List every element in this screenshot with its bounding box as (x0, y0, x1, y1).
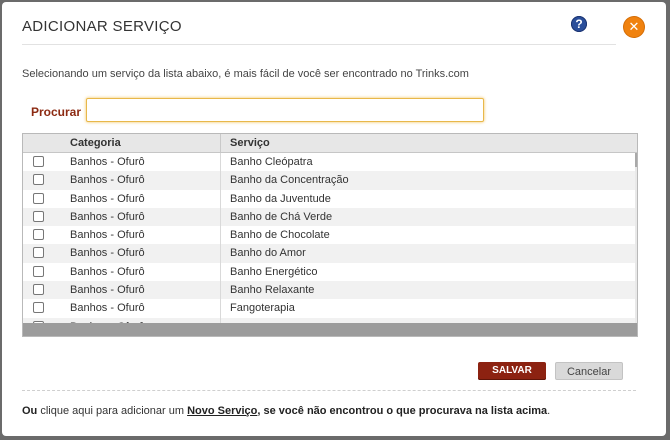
intro-text: Selecionando um serviço da lista abaixo,… (22, 68, 469, 80)
cell-category: Banhos - Ofurô (70, 302, 145, 315)
cell-service: Banho Cleópatra (230, 156, 313, 168)
cell-category: Banhos - Ofurô (70, 210, 145, 223)
cell-category: Banhos - Ofurô (70, 284, 145, 297)
column-header-service[interactable]: Serviço (230, 137, 270, 149)
search-label: Procurar (31, 105, 82, 119)
close-icon[interactable]: ✕ (624, 17, 644, 37)
row-checkbox[interactable] (33, 210, 44, 222)
cell-service: Banho de Chá Verde (230, 210, 333, 223)
new-service-link[interactable]: Novo Serviço (187, 405, 257, 417)
grid-header: Categoria Serviço (23, 134, 637, 153)
footer-text: Ou clique aqui para adicionar um Novo Se… (22, 405, 550, 417)
table-row[interactable]: Banhos - Ofurô Banho da Concentração (23, 171, 635, 190)
cell-service: Banho de Chocolate (230, 229, 330, 242)
row-checkbox[interactable] (33, 192, 44, 204)
search-input[interactable] (86, 98, 484, 122)
title-divider (22, 44, 616, 45)
table-row[interactable]: Banhos - Ofurô Banho Energético (23, 263, 635, 281)
grid-rows: Banhos - Ofurô Banho Cleópatra Banhos - Of… (23, 153, 635, 323)
dialog-title: ADICIONAR SERVIÇO (22, 18, 182, 35)
column-divider (220, 153, 221, 323)
cell-category: Banhos - Ofurô (70, 174, 145, 187)
row-checkbox[interactable] (33, 174, 44, 186)
footer-ou: Ou (22, 405, 38, 417)
footer-text-1: clique aqui para adicionar um (37, 405, 188, 417)
cell-service: Banho Energético (230, 265, 318, 278)
table-row[interactable]: Banhos - Ofurô Banho de Chá Verde (23, 207, 635, 227)
table-row[interactable]: Banhos - Ofurô Banho de Chocolate (23, 226, 635, 244)
table-row[interactable]: Banhos - Ofurô Fangoterapia (23, 299, 635, 317)
scrollbar-thumb[interactable] (635, 153, 637, 167)
table-row[interactable]: Banhos - Ofurô Banho do Amor (23, 244, 635, 263)
cell-service: Fangoterapia (230, 302, 295, 315)
add-service-dialog: ADICIONAR SERVIÇO ? ✕ Selecionando um se… (2, 2, 666, 436)
header-divider (220, 134, 221, 152)
save-button[interactable]: SALVAR (478, 362, 546, 380)
cell-category: Banhos - Ofurô (70, 265, 145, 278)
row-checkbox[interactable] (33, 265, 44, 277)
footer-text-2: , se você não encontrou o que procurava … (257, 405, 548, 417)
cell-service: Banho da Concentração (230, 174, 349, 187)
footer-period: . (547, 405, 551, 417)
row-checkbox[interactable] (33, 247, 44, 259)
row-checkbox[interactable] (33, 156, 44, 167)
row-checkbox[interactable] (33, 284, 44, 296)
cancel-button[interactable]: Cancelar (555, 362, 623, 380)
cell-service: Banho da Juventude (230, 192, 331, 205)
question-mark-icon[interactable]: ? (571, 16, 587, 32)
cell-category: Banhos - Ofurô (70, 229, 145, 242)
table-row[interactable]: Banhos - Ofurô Banho da Juventude (23, 190, 635, 208)
cell-service: Banho do Amor (230, 247, 306, 260)
cell-category: Banhos - Ofurô (70, 156, 145, 168)
vertical-scrollbar[interactable] (635, 153, 637, 323)
services-grid: Categoria Serviço Banhos - Ofurô Banho Cl… (22, 133, 638, 337)
cell-category: Banhos - Ofurô (70, 247, 145, 260)
row-checkbox[interactable] (33, 302, 44, 314)
table-row[interactable]: Banhos - Ofurô Banho Relaxante (23, 281, 635, 300)
row-checkbox[interactable] (33, 229, 44, 241)
cell-category: Banhos - Ofurô (70, 192, 145, 205)
horizontal-scrollbar[interactable] (23, 323, 637, 336)
column-header-category[interactable]: Categoria (70, 137, 121, 149)
footer-divider (22, 390, 636, 391)
table-row[interactable]: Banhos - Ofurô Banho Cleópatra (23, 153, 635, 171)
cell-service: Banho Relaxante (230, 284, 315, 297)
